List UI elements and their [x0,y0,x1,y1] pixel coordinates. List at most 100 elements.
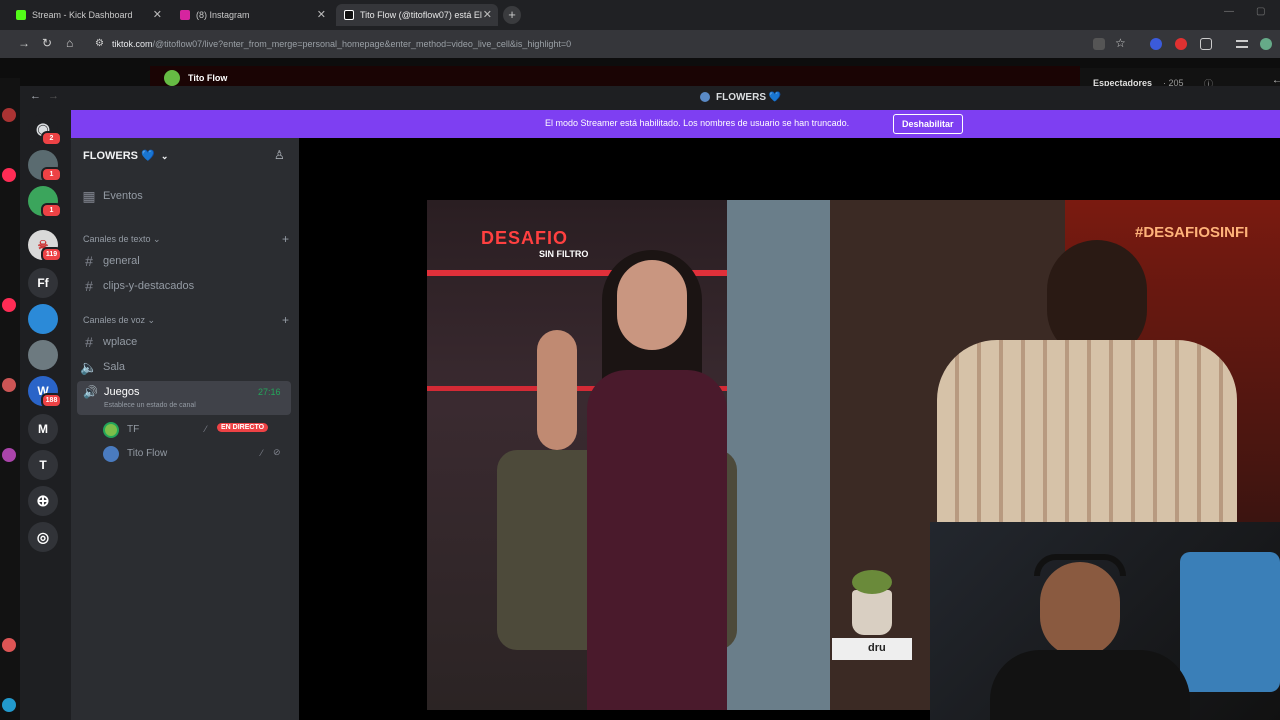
profile-avatar[interactable] [1260,38,1272,50]
voice-user-tito-flow[interactable]: Tito Flow ⁄ ⊘ [101,444,291,464]
tab-instagram[interactable]: (8) Instagram ✕ [172,4,332,26]
back-arrow-icon[interactable]: ← [30,90,41,102]
tiktok-icon [344,10,354,20]
avatar[interactable] [2,298,16,312]
events-item[interactable]: ▦ Eventos [79,185,291,207]
create-channel-icon[interactable]: + [282,313,289,327]
muted-icon: ⁄ [261,448,263,458]
channel-status[interactable]: Establece un estado de canal [104,402,196,409]
forward-icon[interactable]: → [18,36,30,50]
server-icon[interactable]: ☠ 119 [28,230,62,262]
deafened-icon: ⁄ [205,424,207,434]
voice-user-name: Tito Flow [127,448,168,459]
server-t[interactable]: T [28,450,58,480]
avatar[interactable] [2,698,16,712]
tab-label: Tito Flow (@titoflow07) está El [360,10,482,20]
avatar [103,446,119,462]
channel-list: FLOWERS 💙 ⌄ ♙ ▦ Eventos Canales de texto… [71,138,299,720]
close-tab-icon[interactable]: ✕ [317,8,326,21]
tab-tiktok[interactable]: Tito Flow (@titoflow07) está El ✕ [336,4,498,26]
notification-badge: 119 [41,247,62,262]
window-title: FLOWERS 💙 [716,92,782,103]
reload-icon[interactable]: ↻ [42,36,52,50]
server-icon[interactable] [28,304,58,334]
tab-label: (8) Instagram [196,10,250,20]
streamer-hoodie [990,650,1190,720]
create-channel-icon[interactable]: + [282,232,289,246]
concrete-pillar [727,200,830,710]
notification-badge: 1 [41,203,62,218]
avatar[interactable] [2,108,16,122]
url-host: tiktok.com [112,39,153,49]
avatar[interactable] [2,448,16,462]
new-tab-button[interactable]: + [503,6,521,24]
tiktok-sidebar [0,78,20,720]
extension-icon[interactable] [1150,38,1162,50]
dm-avatar[interactable]: 1 [28,150,62,182]
translate-icon[interactable] [1093,38,1105,50]
book: dru [832,638,912,660]
discover-icon[interactable]: ◎ [28,522,58,552]
avatar[interactable] [2,378,16,392]
invite-people-icon[interactable]: ♙ [274,148,285,162]
extensions-puzzle-icon[interactable] [1200,38,1212,50]
close-tab-icon[interactable]: ✕ [483,8,492,21]
tab-label: Stream - Kick Dashboard [32,10,133,20]
channel-general[interactable]: # general [79,250,291,272]
channel-sala[interactable]: 🔈 Sala [79,356,291,378]
star-icon[interactable]: ☆ [1115,36,1126,50]
channel-wplace[interactable]: # wplace [79,331,291,353]
maximize-icon[interactable]: ▢ [1256,6,1265,17]
home-icon[interactable]: ⌂ [66,36,73,50]
address-bar: → ↻ ⌂ ⚙ tiktok.com/@titoflow07/live?ente… [0,30,1280,58]
server-name-label: FLOWERS 💙 [83,150,155,162]
channel-label: Sala [103,361,126,373]
server-icon[interactable]: W 188 [28,376,62,408]
dm-avatar[interactable]: 1 [28,186,62,218]
back-arrow-icon[interactable]: ← [1272,75,1280,86]
notification-badge: 2 [41,131,62,146]
discord-home-icon[interactable]: ◉ 2 [28,114,62,146]
tab-kick-dashboard[interactable]: Stream - Kick Dashboard ✕ [8,4,168,26]
hash-icon: # [85,253,93,269]
server-ff[interactable]: Ff [28,268,58,298]
voice-user-name: TF [127,424,140,435]
add-server-icon[interactable]: ⊕ [28,486,58,516]
avatar[interactable] [2,168,16,182]
streamer-name[interactable]: Tito Flow [188,73,227,83]
minimize-icon[interactable]: — [1224,6,1234,17]
plant [852,570,892,594]
close-tab-icon[interactable]: ✕ [153,8,162,21]
server-list: ◉ 2 1 1 ☠ 119 Ff W 188 M T ⊕ ◎ [20,110,70,720]
plant-pot [852,590,892,635]
chevron-down-icon: ⌄ [160,151,169,161]
url-field[interactable]: tiktok.com/@titoflow07/live?enter_from_m… [112,39,571,49]
show-logo-sub: SIN FILTRO [539,249,589,259]
show-hashtag: #DESAFIOSINFI [1135,224,1249,241]
avatar[interactable] [2,638,16,652]
category-text-channels[interactable]: Canales de texto ⌄ [83,234,161,245]
voice-timer: 27:16 [258,387,281,397]
server-name[interactable]: FLOWERS 💙 ⌄ [83,149,168,162]
channel-clips[interactable]: # clips-y-destacados [79,275,291,297]
discord-title-bar: ← → FLOWERS 💙 [20,86,1280,109]
channel-label: wplace [103,336,138,348]
server-m[interactable]: M [28,414,58,444]
voice-user-tf[interactable]: TF ⁄ EN DIRECTO [101,420,291,440]
channel-juegos[interactable]: 🔊 Juegos 27:16 Establece un estado de ca… [77,381,291,415]
streamer-avatar[interactable] [164,70,180,86]
browser-tab-bar: Stream - Kick Dashboard ✕ (8) Instagram … [0,0,1280,30]
server-icon[interactable] [28,340,58,370]
woman-face [617,260,687,350]
extension-icon[interactable] [1175,38,1187,50]
category-voice-channels[interactable]: Canales de voz ⌄ [83,315,155,326]
woman-dress [587,370,727,710]
media-controls-icon[interactable] [1236,40,1248,48]
instagram-icon [180,10,190,20]
disable-streamer-mode-button[interactable]: Deshabilitar [893,114,963,134]
hash-icon: # [85,278,93,294]
avatar [103,422,119,438]
events-label: Eventos [103,190,143,202]
site-info-icon[interactable]: ⚙ [95,38,104,49]
forward-arrow-icon[interactable]: → [48,90,59,102]
